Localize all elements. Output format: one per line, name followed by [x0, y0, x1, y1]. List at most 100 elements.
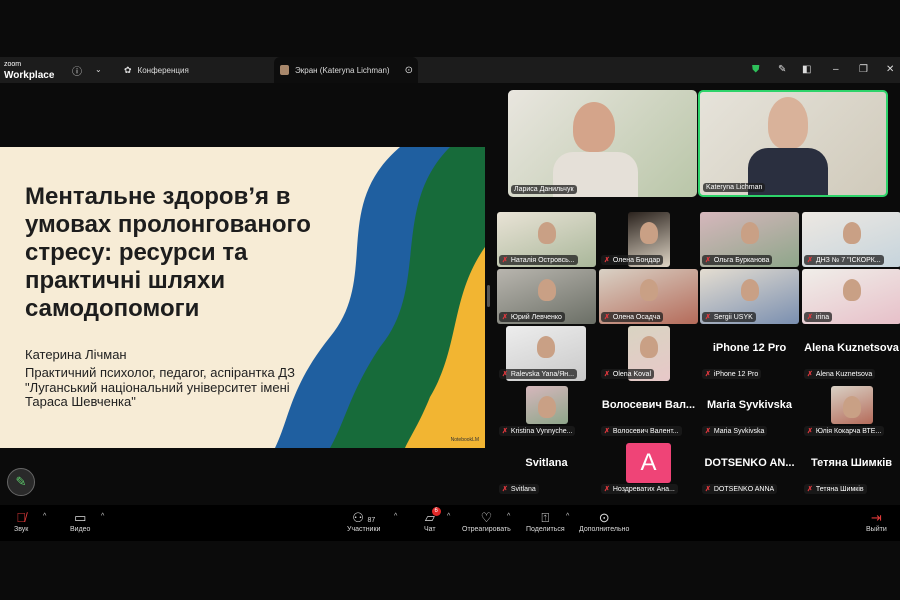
participant-tile[interactable]: ✗ Юлія Кокарча ВТЕ...	[801, 382, 900, 439]
mic-muted-icon: ✗	[705, 257, 711, 264]
participant-tile[interactable]: iPhone 12 Pro ✗ iPhone 12 Pro	[699, 325, 800, 382]
mic-muted-icon: ✗	[502, 486, 508, 493]
tab-label: Конференция	[137, 65, 189, 75]
logo-small: zoom	[4, 61, 22, 68]
info-icon[interactable]: ⓘ	[72, 63, 82, 78]
participant-tile[interactable]: A ✗ Ноздреватих Ана...	[598, 440, 699, 497]
participant-tile[interactable]: Svitlana ✗ Svitlana	[496, 440, 597, 497]
zoom-logo: zoom Workplace	[4, 60, 55, 81]
chat-badge: 6	[431, 507, 441, 516]
participant-display-name: Svitlana	[525, 457, 568, 469]
name-label: ✗ Alena Kuznetsova	[804, 369, 876, 379]
participant-tile[interactable]: Maria Syvkivska ✗ Maria Syvkivska	[699, 382, 800, 439]
participant-name: Юрий Левченко	[510, 313, 562, 321]
layout-icon[interactable]: ◧	[802, 64, 811, 75]
participant-name: Тетяна Шимків	[815, 485, 864, 493]
annotate-icon[interactable]: ✎	[778, 64, 786, 75]
slide-title: Ментальне здоров’я в умовах пролонговано…	[25, 183, 311, 322]
mic-muted-icon: ✗	[807, 257, 813, 264]
react-button[interactable]: ♡ Отреагировать	[462, 509, 511, 533]
video-feed	[526, 386, 568, 424]
video-button[interactable]: ▭ Видео	[70, 509, 90, 533]
tab-conference[interactable]: ✿ Конференция	[124, 57, 189, 83]
participant-tile[interactable]: ✗ ДНЗ № 7 "ІСКОРК...	[801, 211, 900, 268]
participants-options-caret[interactable]: ^	[394, 513, 397, 520]
audio-button[interactable]: 🎙̸ Звук	[14, 509, 28, 533]
video-feed	[831, 386, 873, 424]
mic-muted-icon: ✗	[705, 428, 711, 435]
restore-icon[interactable]: ❐	[859, 64, 868, 75]
audio-label: Звук	[14, 526, 29, 533]
participant-tile[interactable]: ✗ Наталія Островсь...	[496, 211, 597, 268]
participant-tile[interactable]: Alena Kuznetsova ✗ Alena Kuznetsova	[801, 325, 900, 382]
chat-label: Чат	[424, 526, 436, 533]
share-button[interactable]: ⍐ Поделиться	[526, 509, 565, 533]
name-label: ✗ Олена Осадча	[601, 312, 664, 322]
name-label: ✗ irina	[804, 312, 833, 322]
name-label: ✗ DOTSENKO ANNA	[702, 484, 778, 494]
chevron-down-icon[interactable]: ⌄	[95, 65, 102, 74]
mic-muted-icon: ✗	[705, 486, 711, 493]
video-options-caret[interactable]: ^	[101, 513, 104, 520]
participant-name: Kateryna Lichman	[706, 184, 763, 191]
active-speaker-video[interactable]: Kateryna Lichman	[698, 90, 888, 197]
participant-tile[interactable]: DOTSENKO AN... ✗ DOTSENKO ANNA	[699, 440, 800, 497]
shield-icon[interactable]: ⛊	[752, 64, 760, 75]
participant-name: Наталія Островсь...	[510, 256, 575, 264]
participant-name: Лариса Данильчук	[514, 186, 574, 193]
name-label: ✗ Ольга Бурканова	[702, 255, 773, 265]
mic-muted-icon: ✗	[604, 486, 610, 493]
participant-tile[interactable]: ✗ Ольга Бурканова	[699, 211, 800, 268]
name-label: ✗ Ноздреватих Ана...	[601, 484, 678, 494]
tab-screen-share[interactable]: Экран (Kateryna Lichman) ⊙	[274, 57, 418, 83]
minimize-icon[interactable]: –	[833, 64, 839, 75]
participant-name: iPhone 12 Pro	[713, 370, 759, 378]
participant-display-name: iPhone 12 Pro	[712, 342, 787, 354]
participant-tile[interactable]: ✗ Ralevska Yana/Ян...	[496, 325, 597, 382]
participant-tile[interactable]: ✗ Олена Бондар	[598, 211, 699, 268]
leave-button[interactable]: ⇥ Выйти	[866, 509, 887, 533]
share-screen-icon: ⍐	[541, 510, 550, 525]
splitter-handle[interactable]	[487, 285, 490, 307]
avatar	[280, 65, 289, 75]
share-options-caret[interactable]: ^	[566, 513, 569, 520]
mic-muted-icon: ✗	[807, 428, 813, 435]
participant-tile[interactable]: ✗ irina	[801, 268, 900, 325]
participant-tile[interactable]: Волосевич Вал... ✗ Волосевич Валент...	[598, 382, 699, 439]
participant-tile[interactable]: ✗ Юрий Левченко	[496, 268, 597, 325]
name-label: ✗ Тетяна Шимків	[804, 484, 867, 494]
slide-description: Практичний психолог, педагог, аспірантка…	[25, 365, 295, 409]
mic-muted-icon: ✗	[807, 314, 813, 321]
participant-tile[interactable]: Тетяна Шимків ✗ Тетяна Шимків	[801, 440, 900, 497]
name-label: ✗ Sergii USYK	[702, 312, 756, 322]
chat-options-caret[interactable]: ^	[447, 513, 450, 520]
mic-muted-icon: ✗	[604, 428, 610, 435]
mic-muted-icon: ✗	[604, 314, 610, 321]
logo-big: Workplace	[4, 70, 55, 81]
participants-label: Участники	[347, 526, 381, 533]
name-label: ✗ Юрий Левченко	[499, 312, 565, 322]
name-label: ✗ Kristina Vynnyche...	[499, 426, 576, 436]
participants-button[interactable]: ⚇ 87 Участники	[347, 509, 380, 533]
participant-display-name: Тетяна Шимків	[810, 457, 893, 469]
participant-tile[interactable]: ✗ Олена Осадча	[598, 268, 699, 325]
shared-slide: Ментальне здоров’я в умовах пролонговано…	[0, 147, 485, 448]
mic-muted-icon: 🎙̸	[16, 510, 27, 525]
react-options-caret[interactable]: ^	[507, 513, 510, 520]
participant-name: Sergii USYK	[713, 313, 753, 321]
close-icon[interactable]: ✕	[886, 64, 894, 75]
participant-name: Alena Kuznetsova	[815, 370, 873, 378]
participant-name: Олена Бондар	[612, 256, 661, 264]
annotate-pen-button[interactable]: ✎	[7, 468, 35, 496]
more-icon[interactable]: ⊙	[405, 65, 413, 76]
speaker-video[interactable]: Лариса Данильчук	[508, 90, 697, 197]
chat-button[interactable]: ▱ 6 Чат	[424, 507, 441, 533]
more-button[interactable]: ⊙ Дополнительно	[579, 509, 629, 533]
audio-options-caret[interactable]: ^	[43, 513, 46, 520]
participant-tile[interactable]: ✗ Olena Koval	[598, 325, 699, 382]
participant-tile[interactable]: ✗ Kristina Vynnyche...	[496, 382, 597, 439]
mic-muted-icon: ✗	[502, 314, 508, 321]
participant-name: Kristina Vynnyche...	[510, 427, 573, 435]
participant-tile[interactable]: ✗ Sergii USYK	[699, 268, 800, 325]
participant-name: ДНЗ № 7 "ІСКОРК...	[815, 256, 881, 264]
